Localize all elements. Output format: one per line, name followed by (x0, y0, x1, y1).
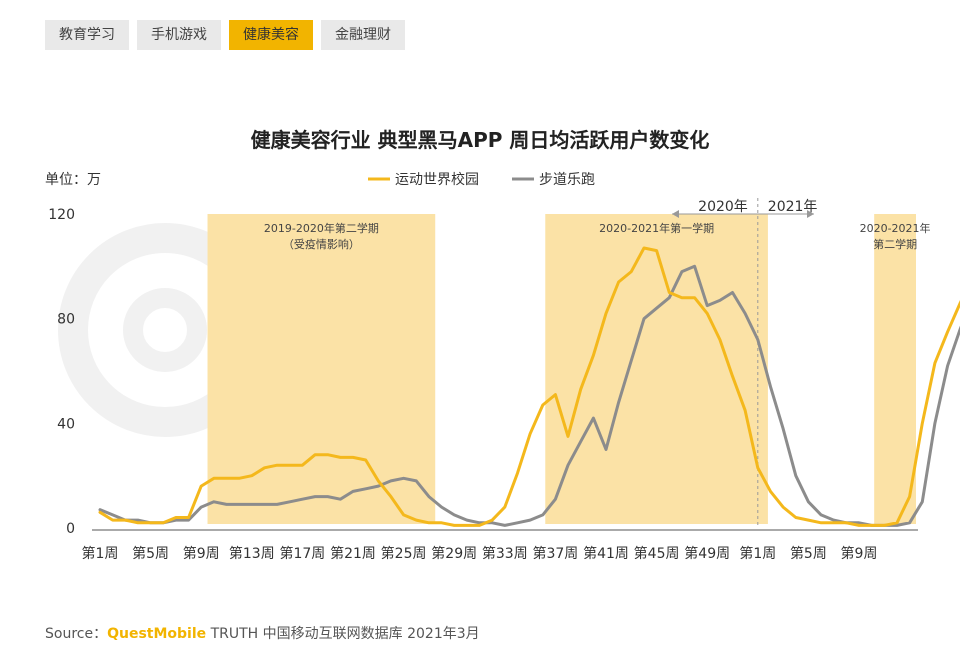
unit-label: 单位：万 (45, 172, 101, 188)
x-tick-label: 第45周 (634, 545, 680, 562)
y-tick-label: 120 (48, 207, 75, 223)
x-tick-label: 第33周 (482, 545, 528, 562)
period-band (545, 214, 768, 524)
year-left-label: 2020年 (698, 199, 748, 215)
y-tick-label: 80 (57, 312, 75, 328)
x-tick-label: 第49周 (684, 545, 730, 562)
x-tick-label: 第13周 (229, 545, 275, 562)
x-tick-label: 第5周 (132, 545, 169, 562)
period-band (874, 214, 916, 524)
x-tick-label: 第21周 (330, 545, 376, 562)
watermark-ring-inner (123, 288, 207, 372)
x-tick-label: 第1周 (739, 545, 776, 562)
source-line: Source：QuestMobile TRUTH 中国移动互联网数据库 2021… (45, 623, 480, 643)
period-band-label: 2020-2021年第一学期 (599, 221, 714, 235)
x-tick-label: 第29周 (431, 545, 477, 562)
x-tick-label: 第41周 (583, 545, 629, 562)
x-tick-label: 第37周 (532, 545, 578, 562)
y-tick-label: 40 (57, 416, 75, 432)
source-brand: QuestMobile (107, 626, 207, 642)
x-tick-label: 第17周 (279, 545, 325, 562)
x-tick-label: 第9周 (183, 545, 220, 562)
source-suffix: TRUTH 中国移动互联网数据库 2021年3月 (206, 626, 480, 642)
period-band-label: 2020-2021年 (860, 221, 931, 235)
legend-label-1: 运动世界校园 (395, 171, 479, 188)
x-tick-label: 第5周 (790, 545, 827, 562)
line-chart: 2019-2020年第二学期 （受疫情影响） 2020-2021年第一学期 2020-… (45, 171, 960, 562)
x-tick-label: 第25周 (381, 545, 427, 562)
x-tick-label: 第9周 (841, 545, 878, 562)
year-right-label: 2021年 (768, 199, 818, 215)
y-tick-label: 0 (66, 521, 75, 537)
period-band-label: 2019-2020年第二学期 (264, 221, 379, 235)
source-prefix: Source： (45, 626, 108, 642)
x-tick-label: 第1周 (82, 545, 119, 562)
legend-label-2: 步道乐跑 (539, 172, 595, 188)
period-band-sublabel: 第二学期 (873, 237, 917, 251)
period-band-sublabel: （受疫情影响） (283, 237, 360, 251)
